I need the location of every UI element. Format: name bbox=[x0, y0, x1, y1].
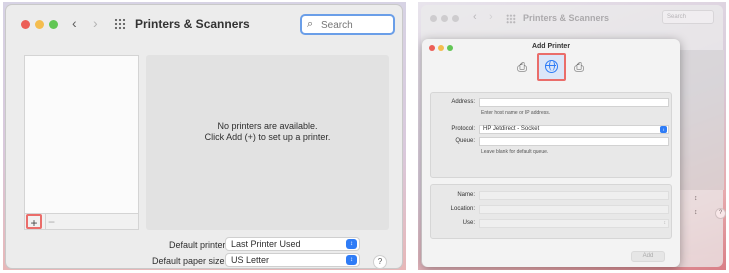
show-all-grid-icon[interactable] bbox=[114, 18, 126, 30]
empty-state-message: No printers are available. Click Add (+)… bbox=[146, 121, 389, 143]
help-button: ? bbox=[715, 208, 726, 219]
add-printer-button[interactable]: + bbox=[26, 214, 42, 230]
default-paper-select[interactable]: US Letter ↕ bbox=[225, 253, 360, 267]
close-button[interactable] bbox=[21, 20, 30, 29]
remove-printer-button[interactable]: − bbox=[45, 214, 57, 229]
printer-list-controls: + − bbox=[24, 214, 139, 230]
location-field[interactable] bbox=[479, 205, 669, 214]
help-button[interactable]: ? bbox=[373, 255, 387, 269]
zoom-button[interactable] bbox=[49, 20, 58, 29]
default-printer-label: Default printer: bbox=[169, 240, 229, 250]
left-screenshot: ‹ › Printers & Scanners ⌕ + − No printer… bbox=[3, 2, 406, 270]
show-all-grid-icon bbox=[506, 14, 516, 24]
minimize-button[interactable] bbox=[35, 20, 44, 29]
ip-globe-icon bbox=[545, 60, 558, 73]
chevron-updown-icon: ↕ bbox=[694, 195, 698, 202]
add-button[interactable]: Add bbox=[631, 251, 665, 262]
minimize-button bbox=[441, 15, 448, 22]
name-label: Name: bbox=[457, 192, 475, 198]
address-field[interactable] bbox=[479, 98, 669, 107]
default-printer-icon[interactable]: ⎙ bbox=[514, 59, 530, 75]
magnifier-icon: ⌕ bbox=[307, 18, 314, 30]
chevron-updown-icon: ↕ bbox=[660, 126, 667, 133]
printer-details-group: Name: Location: Use: ↕ bbox=[430, 184, 672, 239]
connection-group: Address: Enter host name or IP address. … bbox=[430, 92, 672, 178]
empty-state-line2: Click Add (+) to set up a printer. bbox=[204, 132, 331, 142]
forward-button: › bbox=[489, 11, 493, 23]
right-screenshot: ‹ › Printers & Scanners Search ↕ ↕ ? Add… bbox=[418, 2, 726, 270]
queue-label: Queue: bbox=[455, 138, 475, 144]
window-toolbar: ‹ › Printers & Scanners ⌕ bbox=[6, 5, 402, 43]
windows-printer-icon[interactable]: ⎙ bbox=[571, 59, 587, 75]
search-input[interactable] bbox=[321, 19, 389, 32]
chevron-updown-icon: ↕ bbox=[346, 255, 357, 265]
protocol-select[interactable]: HP Jetdirect - Socket ↕ bbox=[479, 125, 669, 134]
default-paper-label: Default paper size: bbox=[152, 256, 228, 266]
sheet-title: Add Printer bbox=[531, 43, 571, 50]
background-detail-pane bbox=[676, 50, 724, 190]
zoom-button bbox=[452, 15, 459, 22]
ip-printer-tab[interactable] bbox=[537, 53, 566, 81]
address-label: Address: bbox=[451, 99, 475, 105]
default-paper-value: US Letter bbox=[231, 255, 270, 265]
chevron-updown-icon: ↕ bbox=[346, 239, 357, 249]
empty-state-line1: No printers are available. bbox=[217, 121, 318, 131]
printer-detail-pane: No printers are available. Click Add (+)… bbox=[146, 55, 389, 230]
close-button bbox=[430, 15, 437, 22]
chevron-updown-icon: ↕ bbox=[663, 220, 667, 226]
search-field[interactable]: ⌕ bbox=[300, 14, 395, 35]
protocol-label: Protocol: bbox=[451, 126, 475, 132]
use-select[interactable]: ↕ bbox=[479, 219, 669, 228]
address-hint: Enter host name or IP address. bbox=[481, 110, 551, 116]
printer-list[interactable] bbox=[24, 55, 139, 214]
forward-button[interactable]: › bbox=[93, 15, 98, 31]
protocol-value: HP Jetdirect - Socket bbox=[483, 126, 540, 132]
use-label: Use: bbox=[462, 220, 475, 226]
location-label: Location: bbox=[450, 206, 475, 212]
default-printer-select[interactable]: Last Printer Used ↕ bbox=[225, 237, 360, 251]
printers-scanners-window: ‹ › Printers & Scanners ⌕ + − No printer… bbox=[6, 5, 402, 269]
chevron-updown-icon: ↕ bbox=[694, 209, 698, 216]
queue-field[interactable] bbox=[479, 137, 669, 146]
background-search-field: Search bbox=[662, 10, 714, 24]
back-button[interactable]: ‹ bbox=[72, 15, 77, 31]
default-printer-value: Last Printer Used bbox=[231, 239, 301, 249]
queue-hint: Leave blank for default queue. bbox=[481, 149, 549, 155]
back-button: ‹ bbox=[473, 11, 477, 23]
add-printer-sheet: Add Printer ⎙ ⎙ Address: Enter host name… bbox=[422, 39, 680, 267]
stage: ‹ › Printers & Scanners ⌕ + − No printer… bbox=[0, 0, 729, 273]
background-window-title: Printers & Scanners bbox=[523, 13, 610, 23]
window-title: Printers & Scanners bbox=[135, 17, 250, 31]
name-field[interactable] bbox=[479, 191, 669, 200]
